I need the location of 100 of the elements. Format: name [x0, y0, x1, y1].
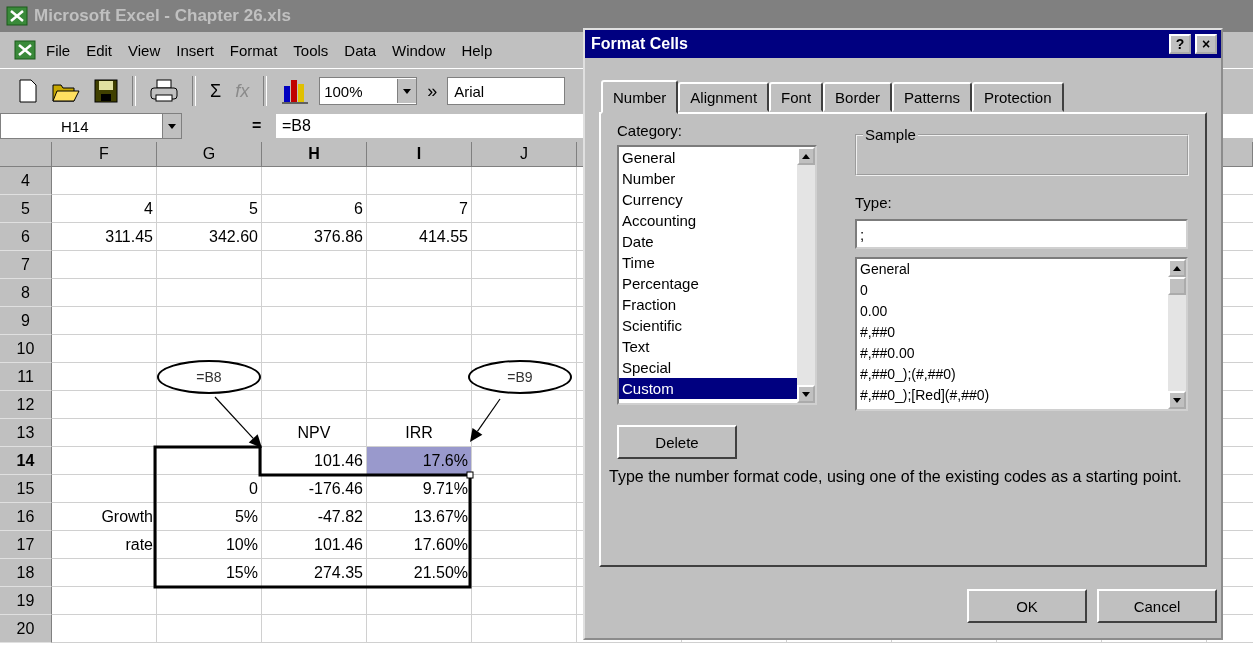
list-item[interactable]: #,##0.00 [857, 343, 1168, 364]
tab[interactable]: Patterns [892, 82, 972, 112]
list-item[interactable]: Number [619, 168, 797, 189]
list-item[interactable]: General [619, 147, 797, 168]
category-list[interactable]: General Number Currency Accounting Date Time Percentage Fraction Scientific Text Special Custom [617, 145, 817, 405]
delete-button[interactable]: Delete [617, 425, 737, 459]
scroll-thumb[interactable] [1168, 277, 1186, 295]
list-item[interactable]: Date [619, 231, 797, 252]
menu-item[interactable]: Format [223, 39, 284, 61]
column-header[interactable]: H [262, 142, 367, 167]
scroll-up-button[interactable] [1168, 259, 1186, 277]
list-item[interactable]: Special [619, 357, 797, 378]
list-item[interactable]: Scientific [619, 315, 797, 336]
hint-text: Type the number format code, using one of the existing codes as a starting point. [609, 467, 1183, 487]
table-cell-text: 17.60% [412, 534, 469, 555]
list-item[interactable]: General [857, 259, 1168, 280]
row-header[interactable]: 13 [0, 419, 52, 447]
list-item[interactable]: #,##0_);(#,##0) [857, 364, 1168, 385]
up-arrow-icon [802, 153, 810, 159]
menu-item[interactable]: File [40, 39, 77, 61]
list-item[interactable]: Accounting [619, 210, 797, 231]
row-header[interactable]: 11 [0, 363, 52, 391]
row-header[interactable]: 12 [0, 391, 52, 419]
row-header[interactable]: 7 [0, 251, 52, 279]
list-item[interactable]: Custom [619, 378, 797, 399]
list-item[interactable]: Fraction [619, 294, 797, 315]
down-arrow-icon [403, 88, 412, 94]
list-item[interactable]: #,##0_);[Red](#,##0) [857, 385, 1168, 406]
menu-item[interactable]: Window [386, 39, 452, 61]
type-label: Type: [855, 194, 893, 211]
row-header[interactable]: 17 [0, 531, 52, 559]
tab[interactable]: Border [823, 82, 893, 112]
toolbar-button[interactable]: » [423, 78, 442, 104]
arrow [470, 398, 501, 442]
down-arrow-icon [802, 391, 810, 397]
toolbar-button[interactable]: Σ [206, 78, 226, 104]
scroll-down-button[interactable] [1168, 391, 1186, 409]
row-header[interactable]: 19 [0, 587, 52, 615]
font-field[interactable]: Arial [447, 77, 566, 105]
type-field[interactable]: ; [855, 219, 1188, 249]
up-arrow-icon [1173, 265, 1181, 271]
tab[interactable]: Protection [972, 82, 1064, 112]
menu-item[interactable]: Insert [170, 39, 220, 61]
tab[interactable]: Font [769, 82, 824, 112]
arrow [214, 396, 262, 448]
equals-sign: = [252, 117, 263, 135]
column-header[interactable]: J [472, 142, 577, 167]
column-header[interactable]: F [52, 142, 157, 167]
fill-handle[interactable] [466, 471, 474, 479]
ok-button[interactable]: OK [967, 589, 1087, 623]
menu-item[interactable]: Tools [287, 39, 335, 61]
menu-item[interactable]: View [122, 39, 167, 61]
table-cell-text: 101.46 [313, 450, 364, 471]
list-item[interactable]: Time [619, 252, 797, 273]
menu-item[interactable]: Data [338, 39, 383, 61]
row-header[interactable]: 15 [0, 475, 52, 503]
scroll-down-button[interactable] [797, 385, 815, 403]
row-header[interactable]: 4 [0, 167, 52, 195]
table-cell-text: rate [124, 534, 154, 555]
list-item[interactable]: Text [619, 336, 797, 357]
tab[interactable]: Number [601, 80, 679, 114]
table-cell-text: 9.71% [421, 478, 469, 499]
type-list[interactable]: General 0 0.00 #,##0 #,##0.00 #,##0_);(#,##0) #,##0_);[Red](#,##0) [855, 257, 1188, 411]
menu-item[interactable]: Edit [80, 39, 119, 61]
table-cell-text: IRR [404, 422, 434, 443]
down-arrow-icon [168, 123, 176, 129]
row-header[interactable]: 16 [0, 503, 52, 531]
list-item[interactable]: Currency [619, 189, 797, 210]
column-header[interactable]: I [367, 142, 472, 167]
zoom-dropdown[interactable]: 100% [319, 77, 418, 105]
row-header[interactable]: 10 [0, 335, 52, 363]
tab[interactable]: Alignment [678, 82, 770, 112]
row-header[interactable]: 20 [0, 615, 52, 643]
table-cell-text: Growth [100, 506, 154, 527]
table-cell-text: 13.67% [412, 506, 469, 527]
menu-item[interactable]: Help [455, 39, 499, 61]
table-cell-text: 414.55 [418, 226, 469, 247]
list-item[interactable]: #,##0 [857, 322, 1168, 343]
row-header[interactable]: 6 [0, 223, 52, 251]
close-button[interactable]: × [1195, 34, 1217, 54]
help-button[interactable]: ? [1169, 34, 1191, 54]
table-cell-text: -176.46 [307, 478, 364, 499]
list-item[interactable]: Percentage [619, 273, 797, 294]
dialog-title: Format Cells [591, 35, 689, 53]
row-header[interactable]: 9 [0, 307, 52, 335]
row-header[interactable]: 18 [0, 559, 52, 587]
table-cell-text: 6 [353, 198, 364, 219]
table-cell-text: 342.60 [208, 226, 259, 247]
name-box[interactable]: H14 [0, 113, 182, 139]
table-cell-text: 311.45 [104, 226, 154, 247]
row-header[interactable]: 5 [0, 195, 52, 223]
scroll-up-button[interactable] [797, 147, 815, 165]
table-cell-text: 5 [248, 198, 259, 219]
list-item[interactable]: 0.00 [857, 301, 1168, 322]
row-header[interactable]: 8 [0, 279, 52, 307]
column-header[interactable]: G [157, 142, 262, 167]
cancel-button[interactable]: Cancel [1097, 589, 1217, 623]
list-item[interactable]: 0 [857, 280, 1168, 301]
down-arrow-icon [1173, 397, 1181, 403]
row-header[interactable]: 14 [0, 447, 52, 475]
